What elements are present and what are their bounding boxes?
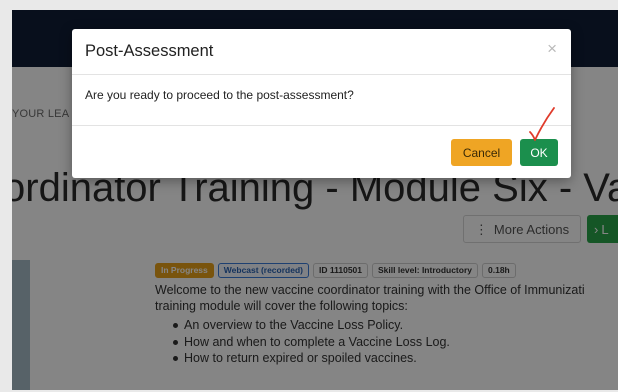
app-window: YOUR LEA ordinator Training - Module Six… [12, 10, 618, 390]
dialog-footer: Cancel OK [72, 125, 571, 179]
checkmark-icon [529, 107, 555, 141]
dialog-header: Post-Assessment × [72, 29, 571, 75]
dialog-title: Post-Assessment [85, 42, 214, 60]
post-assessment-dialog: Post-Assessment × Are you ready to proce… [72, 29, 571, 178]
dialog-message: Are you ready to proceed to the post-ass… [85, 88, 354, 102]
close-icon[interactable]: × [547, 39, 557, 59]
cancel-button[interactable]: Cancel [451, 139, 512, 166]
